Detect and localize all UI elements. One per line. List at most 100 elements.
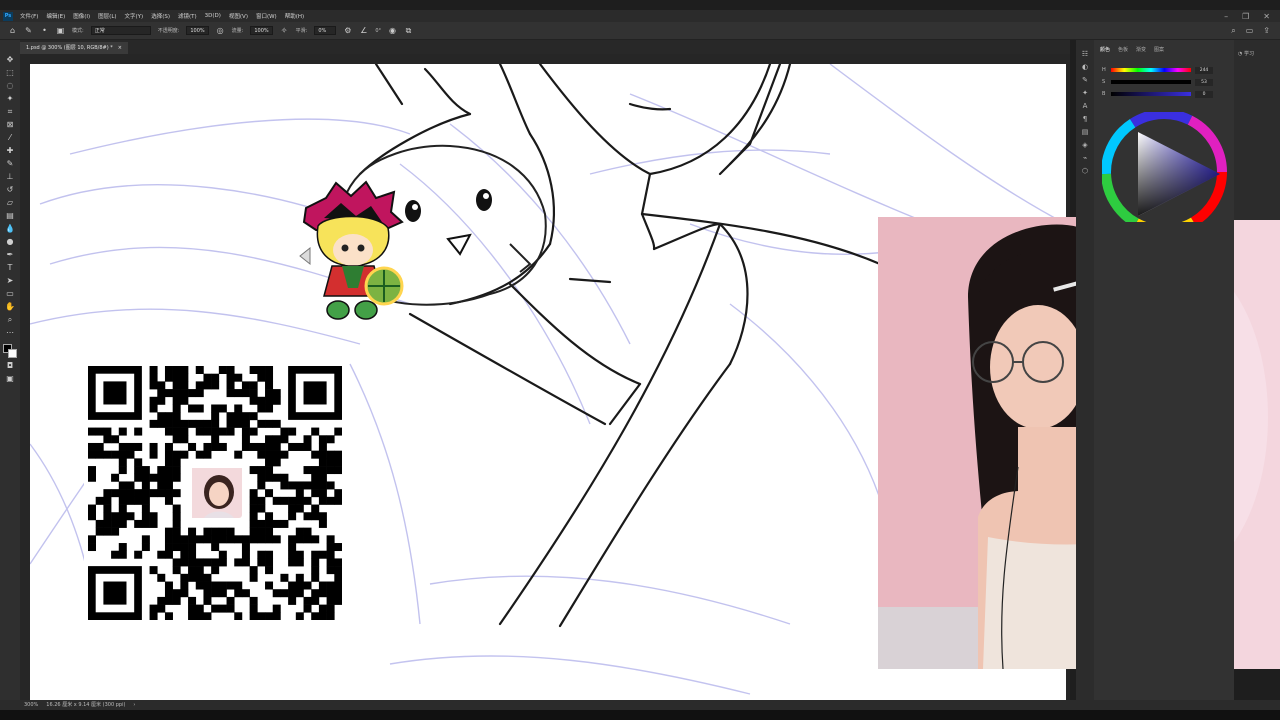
- mode-label: 模式:: [72, 28, 84, 34]
- history-icon[interactable]: ☷: [1080, 50, 1090, 58]
- more-tools-icon[interactable]: ⋯: [4, 327, 16, 338]
- hue-slider[interactable]: [1111, 68, 1191, 72]
- status-arrow-icon[interactable]: ›: [133, 700, 135, 710]
- zoom-level[interactable]: 300%: [24, 700, 38, 710]
- qr-module: [249, 496, 258, 505]
- paths-icon[interactable]: ⌁: [1080, 154, 1090, 162]
- quick-select-tool-icon[interactable]: ✦: [4, 93, 16, 104]
- close-button[interactable]: ✕: [1263, 12, 1270, 21]
- gradient-tool-icon[interactable]: ▤: [4, 210, 16, 221]
- screen-mode-icon[interactable]: ▣: [4, 373, 16, 384]
- qr-module: [157, 550, 166, 559]
- move-tool-icon[interactable]: ✥: [4, 54, 16, 65]
- menu-window[interactable]: 窗口(W): [252, 12, 281, 20]
- path-select-tool-icon[interactable]: ➤: [4, 275, 16, 286]
- color-swatches[interactable]: [3, 344, 17, 358]
- flow-field[interactable]: 100%: [250, 26, 273, 35]
- qr-module: [164, 612, 173, 620]
- search-icon[interactable]: ⌕: [1231, 26, 1235, 36]
- frame-tool-icon[interactable]: ⊠: [4, 119, 16, 130]
- hue-value[interactable]: 244: [1195, 66, 1213, 74]
- quick-mask-icon[interactable]: ◘: [4, 360, 16, 371]
- rectangle-tool-icon[interactable]: ▭: [4, 288, 16, 299]
- menu-view[interactable]: 视图(V): [225, 12, 252, 20]
- qr-module: [280, 496, 289, 505]
- minimize-button[interactable]: –: [1224, 12, 1228, 21]
- channels-icon[interactable]: ◈: [1080, 141, 1090, 149]
- qr-module: [164, 450, 173, 459]
- saturation-value[interactable]: 53: [1195, 78, 1213, 86]
- mode-select[interactable]: 正常: [90, 26, 151, 35]
- brush-tool-icon[interactable]: ✎: [4, 158, 16, 169]
- pressure-opacity-icon[interactable]: ◎: [216, 26, 225, 35]
- stamp-tool-icon[interactable]: ⊥: [4, 171, 16, 182]
- character-icon[interactable]: A: [1080, 102, 1090, 110]
- qr-module: [234, 373, 243, 382]
- brush-settings-panel-icon[interactable]: ✎: [1080, 76, 1090, 84]
- crop-tool-icon[interactable]: ⌗: [4, 106, 16, 117]
- symmetry-icon[interactable]: ⧉: [404, 26, 413, 35]
- menu-select[interactable]: 选择(S): [147, 12, 174, 20]
- learn-icon[interactable]: ◔: [1238, 51, 1242, 57]
- styles-icon[interactable]: ✦: [1080, 89, 1090, 97]
- angle-value[interactable]: 0°: [375, 28, 381, 34]
- marquee-tool-icon[interactable]: ⬚: [4, 67, 16, 78]
- saturation-slider[interactable]: [1111, 80, 1191, 84]
- qr-module: [103, 427, 112, 436]
- eraser-tool-icon[interactable]: ▱: [4, 197, 16, 208]
- qr-module: [188, 566, 197, 575]
- learn-label[interactable]: 学习: [1244, 51, 1254, 57]
- share-icon[interactable]: ⇪: [1263, 26, 1270, 36]
- brightness-slider[interactable]: [1111, 92, 1191, 96]
- menu-3d[interactable]: 3D(D): [201, 13, 225, 19]
- airbrush-icon[interactable]: ✧: [280, 26, 289, 35]
- opacity-field[interactable]: 100%: [186, 26, 209, 35]
- tab-color[interactable]: 颜色: [1100, 46, 1110, 53]
- home-icon[interactable]: ⌂: [8, 26, 17, 35]
- tab-patterns[interactable]: 图案: [1154, 46, 1164, 53]
- menu-edit[interactable]: 编辑(E): [42, 12, 69, 20]
- healing-tool-icon[interactable]: ✚: [4, 145, 16, 156]
- qr-module: [218, 550, 227, 559]
- menu-type[interactable]: 文字(Y): [121, 12, 148, 20]
- document-tab-close-icon[interactable]: ×: [118, 42, 122, 54]
- eyedropper-tool-icon[interactable]: ⁄: [4, 132, 16, 143]
- pressure-size-icon[interactable]: ◉: [388, 26, 397, 35]
- brush-settings-icon[interactable]: ▣: [56, 26, 65, 35]
- brush-tool-icon[interactable]: ✎: [24, 26, 33, 35]
- blur-tool-icon[interactable]: 💧: [4, 223, 16, 234]
- lasso-tool-icon[interactable]: ◌: [4, 80, 16, 91]
- layers-icon[interactable]: ▤: [1080, 128, 1090, 136]
- menu-layer[interactable]: 图层(L): [94, 12, 120, 20]
- smoothing-field[interactable]: 0%: [314, 26, 337, 35]
- menu-filter[interactable]: 滤镜(T): [174, 12, 201, 20]
- brush-preset-icon[interactable]: •: [40, 26, 49, 35]
- tab-swatches[interactable]: 色板: [1118, 46, 1128, 53]
- menu-help[interactable]: 帮助(H): [281, 12, 308, 20]
- workspace-icon[interactable]: ▭: [1246, 26, 1254, 36]
- background-color-swatch[interactable]: [8, 349, 17, 358]
- qr-module: [180, 419, 189, 428]
- qr-module: [334, 558, 342, 567]
- dodge-tool-icon[interactable]: ●: [4, 236, 16, 247]
- history-brush-icon[interactable]: ↺: [4, 184, 16, 195]
- tab-gradients[interactable]: 渐变: [1136, 46, 1146, 53]
- qr-module: [149, 566, 158, 575]
- hand-tool-icon[interactable]: ✋: [4, 301, 16, 312]
- paragraph-icon[interactable]: ¶: [1080, 115, 1090, 123]
- type-tool-icon[interactable]: T: [4, 262, 16, 273]
- menu-file[interactable]: 文件(F): [16, 12, 42, 20]
- maximize-button[interactable]: ❐: [1242, 12, 1249, 21]
- qr-module: [226, 527, 235, 536]
- document-tab[interactable]: 1.psd @ 300% (图层 10, RGB/8#) * ×: [20, 42, 128, 54]
- adjustments-icon[interactable]: ◐: [1080, 63, 1090, 71]
- cube-icon[interactable]: ⬡: [1080, 167, 1090, 175]
- menu-image[interactable]: 图像(I): [69, 12, 94, 20]
- color-wheel[interactable]: [1101, 109, 1228, 235]
- brightness-value[interactable]: 0: [1195, 90, 1213, 98]
- qr-module: [288, 512, 297, 521]
- pen-tool-icon[interactable]: ✒: [4, 249, 16, 260]
- zoom-tool-icon[interactable]: ⌕: [4, 314, 16, 325]
- qr-module: [172, 373, 181, 382]
- gear-icon[interactable]: ⚙: [343, 26, 352, 35]
